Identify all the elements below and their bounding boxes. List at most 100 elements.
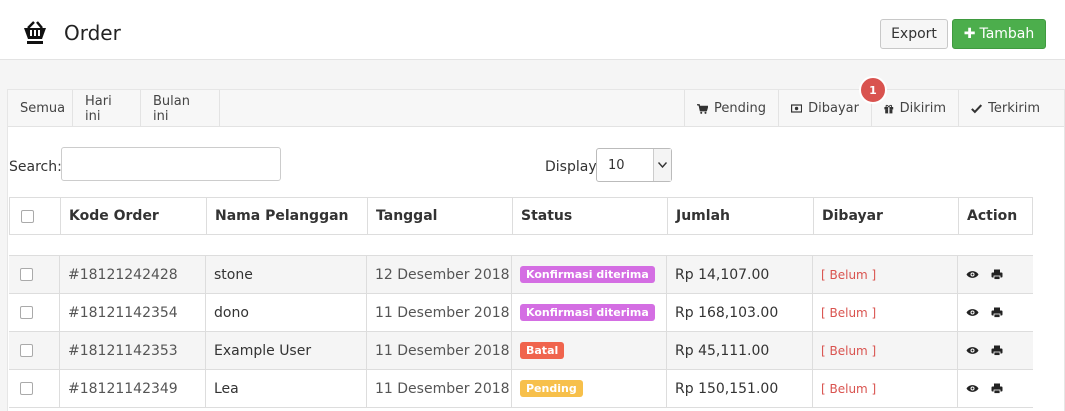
filter-tab-label: Pending: [714, 101, 766, 116]
row-checkbox[interactable]: [20, 306, 33, 319]
filter-tab-label: Bulan ini: [153, 93, 190, 124]
select-all-checkbox[interactable]: [21, 209, 34, 223]
filter-tab-dibayar[interactable]: Dibayar: [778, 90, 871, 127]
search-label: Search:: [9, 159, 62, 175]
check-icon: [971, 104, 983, 114]
filter-tab-label: Semua: [20, 101, 66, 116]
customer-name-cell: Example User: [206, 332, 367, 369]
order-code-cell[interactable]: #18121242428: [60, 256, 206, 293]
filter-tab-label: Hari ini: [85, 93, 112, 124]
table-row: #18121142354 dono 11 Desember 2018 Konfi…: [9, 294, 1033, 332]
print-icon[interactable]: [991, 307, 1003, 318]
paid-status: [ Belum ]: [821, 381, 877, 396]
action-cell: [958, 370, 1033, 407]
add-order-label: Tambah: [979, 26, 1035, 42]
column-header[interactable]: Nama Pelanggan: [207, 198, 368, 234]
status-badge: Pending: [520, 380, 583, 397]
plus-icon: ✚: [963, 26, 976, 42]
status-cell: Konfirmasi diterima: [512, 294, 667, 331]
table-row: #18121142349 Lea 11 Desember 2018 Pendin…: [9, 370, 1033, 408]
print-icon[interactable]: [991, 345, 1003, 356]
paid-cell: [ Belum ]: [813, 370, 958, 407]
status-badge: Batal: [520, 342, 565, 359]
add-order-button[interactable]: ✚ Tambah: [952, 19, 1046, 49]
filter-bar: Semua Hari ini Bulan ini Pending Dibayar…: [8, 76, 1064, 127]
status-badge: Konfirmasi diterima: [520, 266, 655, 283]
orders-panel: Semua Hari ini Bulan ini Pending Dibayar…: [7, 76, 1065, 411]
date-cell: 11 Desember 2018: [367, 294, 512, 331]
row-select-cell: [9, 332, 60, 369]
paid-cell: [ Belum ]: [813, 294, 958, 331]
amount-cell: Rp 45,111.00: [667, 332, 813, 369]
action-cell: [958, 294, 1033, 331]
paid-status: [ Belum ]: [821, 305, 877, 320]
gift-icon: [884, 104, 894, 113]
column-header[interactable]: Kode Order: [61, 198, 207, 234]
filter-tab-label: Dikirim: [899, 101, 946, 116]
view-icon[interactable]: [966, 270, 979, 279]
view-icon[interactable]: [966, 384, 979, 393]
page-title: Order: [64, 21, 121, 45]
display-select[interactable]: 10: [596, 148, 672, 182]
page-header: Order Export ✚ Tambah: [0, 0, 1065, 60]
amount-cell: Rp 168,103.00: [667, 294, 813, 331]
status-cell: Pending: [512, 370, 667, 407]
filter-tab-label: Dibayar: [808, 101, 859, 116]
column-header[interactable]: Status: [513, 198, 668, 234]
row-select-cell: [9, 294, 60, 331]
action-cell: [958, 332, 1033, 369]
filter-tab-hari-ini[interactable]: Hari ini: [73, 90, 141, 127]
notification-badge: 1: [859, 76, 887, 104]
date-cell: 12 Desember 2018: [367, 256, 512, 293]
row-checkbox[interactable]: [20, 382, 33, 395]
date-cell: 11 Desember 2018: [367, 332, 512, 369]
customer-name-cell: stone: [206, 256, 367, 293]
paid-status: [ Belum ]: [821, 343, 877, 358]
view-icon[interactable]: [966, 346, 979, 355]
table-row: #18121142353 Example User 11 Desember 20…: [9, 332, 1033, 370]
paid-cell: [ Belum ]: [813, 256, 958, 293]
customer-name-cell: dono: [206, 294, 367, 331]
order-code-cell[interactable]: #18121142353: [60, 332, 206, 369]
amount-cell: Rp 150,151.00: [667, 370, 813, 407]
column-header[interactable]: Tanggal: [368, 198, 513, 234]
search-input[interactable]: [61, 147, 281, 181]
view-icon[interactable]: [966, 308, 979, 317]
export-button[interactable]: Export: [880, 19, 948, 49]
table-row: #18121242428 stone 12 Desember 2018 Konf…: [9, 256, 1033, 294]
customer-name-cell: Lea: [206, 370, 367, 407]
filter-tab-label: Terkirim: [988, 101, 1040, 116]
filter-tab-semua[interactable]: Semua: [8, 90, 73, 127]
paid-cell: [ Belum ]: [813, 332, 958, 369]
table-body: #18121242428 stone 12 Desember 2018 Konf…: [9, 255, 1033, 411]
row-checkbox[interactable]: [20, 344, 33, 357]
row-select-cell: [9, 256, 60, 293]
print-icon[interactable]: [991, 269, 1003, 280]
status-badge: Konfirmasi diterima: [520, 304, 655, 321]
money-icon: [791, 104, 803, 113]
column-header[interactable]: Dibayar: [814, 198, 959, 234]
order-code-cell[interactable]: #18121142354: [60, 294, 206, 331]
select-all-cell: [10, 198, 61, 234]
filter-tab-bulan-ini[interactable]: Bulan ini: [141, 90, 220, 127]
display-select-value: 10: [608, 158, 625, 173]
amount-cell: Rp 14,107.00: [667, 256, 813, 293]
shopping-basket-icon: [24, 21, 46, 44]
status-cell: Konfirmasi diterima: [512, 256, 667, 293]
print-icon[interactable]: [991, 383, 1003, 394]
filter-tab-terkirim[interactable]: Terkirim: [958, 90, 1052, 127]
paid-status: [ Belum ]: [821, 267, 877, 282]
row-select-cell: [9, 370, 60, 407]
cart-icon: [697, 103, 709, 114]
column-header[interactable]: Jumlah: [668, 198, 814, 234]
status-cell: Batal: [512, 332, 667, 369]
row-checkbox[interactable]: [20, 268, 33, 281]
column-header: Action: [967, 208, 1018, 224]
table-header: Kode Order Nama Pelanggan Tanggal Status…: [9, 197, 1033, 235]
order-code-cell[interactable]: #18121142349: [60, 370, 206, 407]
date-cell: 11 Desember 2018: [367, 370, 512, 407]
chevron-down-icon: [653, 149, 671, 181]
action-cell: [958, 256, 1033, 293]
display-label: Display: [545, 159, 597, 175]
filter-tab-pending[interactable]: Pending: [684, 90, 778, 127]
